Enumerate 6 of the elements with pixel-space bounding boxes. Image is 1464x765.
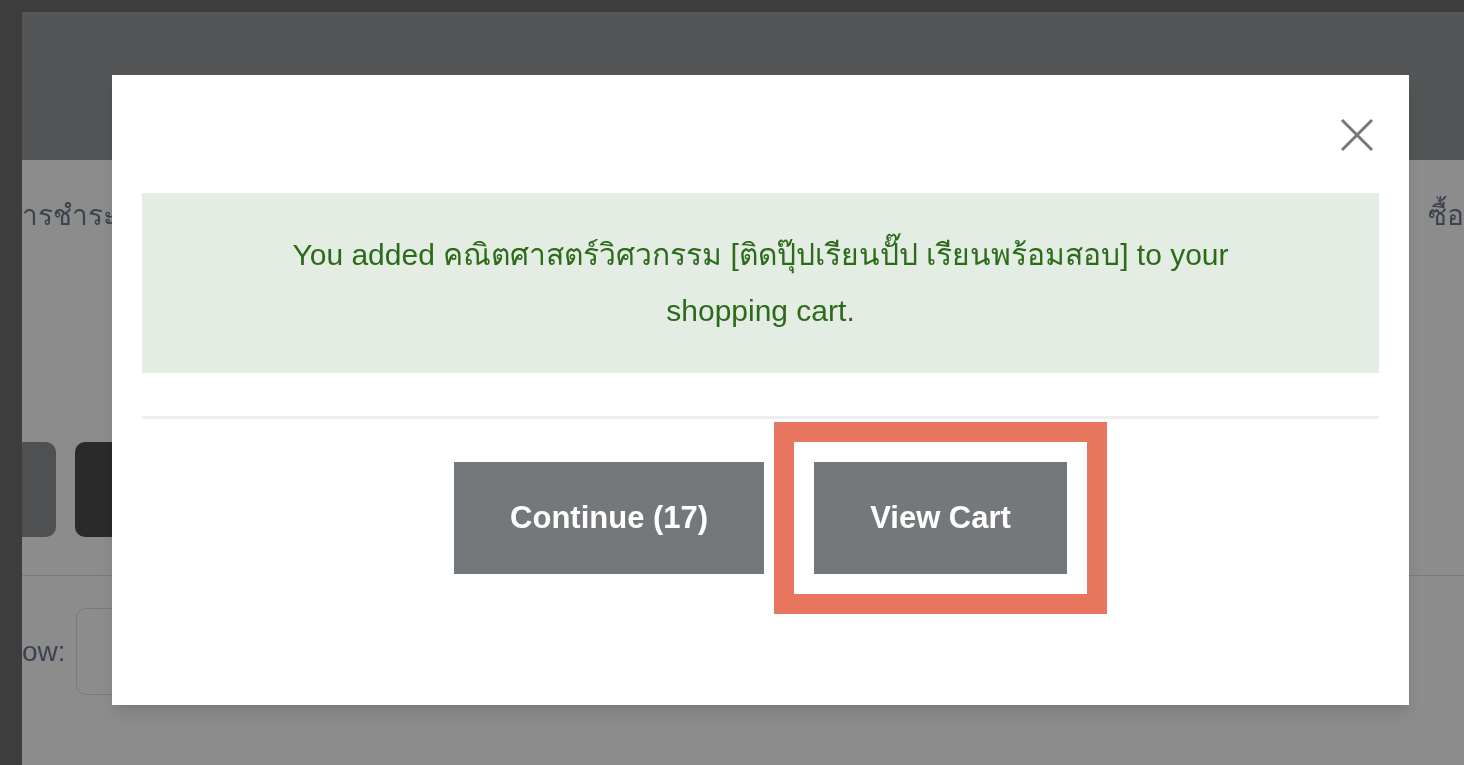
page-text: ารชำระ bbox=[22, 199, 118, 233]
message-text: You added คณิตศาสตร์วิศวกรรม [ติดปุ๊ปเรียนปั๊ป เรียนพร้อมสอบ] to your shopping cart. bbox=[267, 227, 1254, 339]
page-text: ซื้อ bbox=[1428, 196, 1464, 236]
dialog-button[interactable]: Continue (17) bbox=[454, 462, 765, 574]
show-label: ow: bbox=[22, 634, 66, 669]
dialog-button[interactable]: View Cart bbox=[814, 462, 1067, 574]
